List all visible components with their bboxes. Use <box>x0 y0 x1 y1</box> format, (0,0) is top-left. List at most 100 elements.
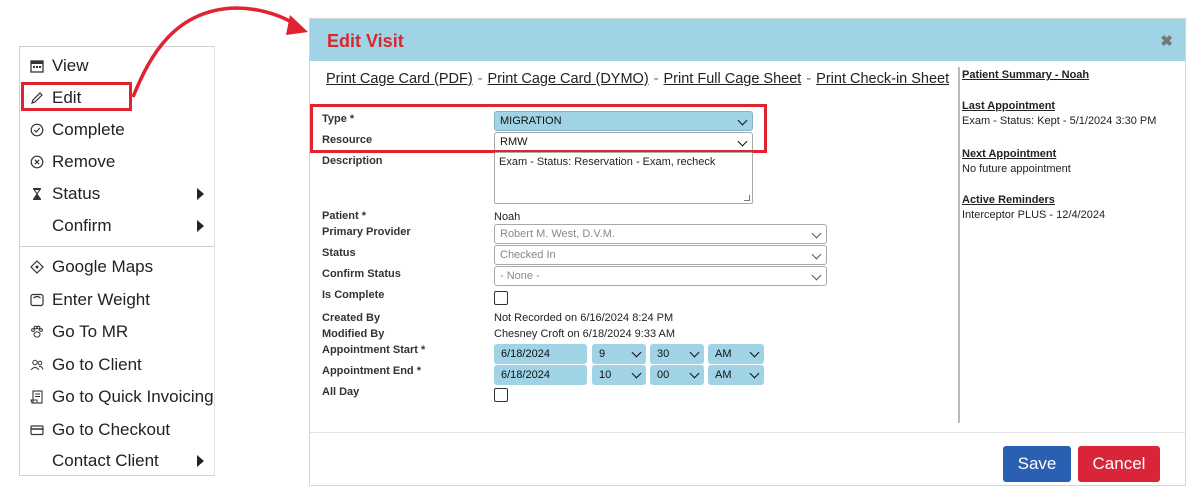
menu-item-google-maps[interactable]: Google Maps <box>20 252 214 282</box>
patient-value: Noah <box>494 211 521 223</box>
chevron-down-icon <box>749 368 760 379</box>
x-circle-icon <box>29 154 45 170</box>
menu-item-remove[interactable]: Remove <box>20 147 214 177</box>
start-hour-value: 9 <box>599 348 606 360</box>
end-minute-value: 00 <box>657 369 670 381</box>
confirm-status-select[interactable]: - None - <box>494 266 827 286</box>
menu-item-contact-client[interactable]: Contact Client <box>20 446 214 476</box>
print-full-cage-sheet-link[interactable]: Print Full Cage Sheet <box>664 71 802 87</box>
all-day-label: All Day <box>322 386 360 398</box>
patient-summary-title[interactable]: Patient Summary - Noah <box>962 69 1184 81</box>
description-text: Exam - Status: Reservation - Exam, reche… <box>499 156 716 168</box>
end-hour-select[interactable]: 10 <box>592 365 646 385</box>
created-by-value: Not Recorded on 6/16/2024 8:24 PM <box>494 312 674 324</box>
start-minute-value: 30 <box>657 348 670 360</box>
chevron-down-icon <box>811 228 822 239</box>
edit-visit-dialog: Edit Visit ✖ Print Cage Card (PDF) - Print… <box>309 18 1186 486</box>
patient-summary-panel: Patient Summary - Noah Last Appointment … <box>962 69 1184 221</box>
print-links: Print Cage Card (PDF) - Print Cage Card (D… <box>326 71 949 87</box>
menu-item-status[interactable]: Status <box>20 179 214 209</box>
print-cage-card-pdf-link[interactable]: Print Cage Card (PDF) <box>326 71 473 87</box>
menu-item-view[interactable]: View <box>20 51 214 81</box>
next-appointment-label: Next Appointment <box>962 148 1057 160</box>
active-reminders-value: Interceptor PLUS - 12/4/2024 <box>962 209 1106 221</box>
patient-label: Patient * <box>322 210 367 222</box>
resize-grip-icon[interactable] <box>744 195 750 201</box>
start-ampm-select[interactable]: AM <box>708 344 764 364</box>
menu-item-go-to-checkout[interactable]: Go to Checkout <box>20 415 214 445</box>
primary-provider-select[interactable]: Robert M. West, D.V.M. <box>494 224 827 244</box>
status-select-value: Checked In <box>500 249 556 261</box>
submenu-arrow-icon <box>197 188 204 200</box>
chevron-down-icon <box>811 249 822 260</box>
menu-item-go-to-mr[interactable]: Go To MR <box>20 317 214 347</box>
menu-item-confirm[interactable]: Confirm <box>20 211 214 241</box>
menu-item-label: Go to Checkout <box>52 420 171 439</box>
start-date-value: 6/18/2024 <box>501 348 550 360</box>
appointment-start-label: Appointment Start * <box>322 344 426 356</box>
paw-icon <box>29 324 45 340</box>
people-icon <box>29 357 45 373</box>
end-ampm-select[interactable]: AM <box>708 365 764 385</box>
panel-divider <box>958 67 960 423</box>
menu-item-complete[interactable]: Complete <box>20 115 214 145</box>
start-minute-select[interactable]: 30 <box>650 344 704 364</box>
chevron-down-icon <box>689 368 700 379</box>
primary-provider-label: Primary Provider <box>322 226 411 238</box>
confirm-status-label: Confirm Status <box>322 268 401 280</box>
close-icon[interactable]: ✖ <box>1160 32 1173 50</box>
link-separator: - <box>653 71 659 87</box>
primary-provider-value: Robert M. West, D.V.M. <box>500 228 615 240</box>
menu-item-go-to-client[interactable]: Go to Client <box>20 350 214 380</box>
appointment-context-menu: View Edit Complete Remove Status Confirm… <box>19 46 215 476</box>
dialog-title: Edit Visit <box>327 31 404 51</box>
description-label: Description <box>322 155 383 167</box>
submenu-arrow-icon <box>197 455 204 467</box>
is-complete-checkbox[interactable] <box>494 291 508 305</box>
edit-highlight-box <box>21 82 132 111</box>
start-date-input[interactable]: 6/18/2024 <box>494 344 587 364</box>
modified-by-value: Chesney Croft on 6/18/2024 9:33 AM <box>494 328 676 340</box>
last-appointment-value: Exam - Status: Kept - 5/1/2024 3:30 PM <box>962 115 1157 127</box>
modified-by-label: Modified By <box>322 328 385 340</box>
cancel-button[interactable]: Cancel <box>1078 446 1160 482</box>
created-by-label: Created By <box>322 312 381 324</box>
menu-item-go-to-quick-invoicing[interactable]: Go to Quick Invoicing <box>20 382 214 412</box>
dialog-header: Edit Visit ✖ <box>310 19 1185 61</box>
menu-divider <box>20 246 214 247</box>
menu-item-label: Google Maps <box>52 257 154 276</box>
link-separator: - <box>806 71 812 87</box>
end-minute-select[interactable]: 00 <box>650 365 704 385</box>
print-check-in-sheet-link[interactable]: Print Check-in Sheet <box>816 71 949 87</box>
footer-divider <box>310 432 1185 433</box>
map-pin-icon <box>29 259 45 275</box>
active-reminders-label: Active Reminders <box>962 194 1055 206</box>
chevron-down-icon <box>811 270 822 281</box>
check-circle-icon <box>29 122 45 138</box>
scale-icon <box>29 292 45 308</box>
print-cage-card-dymo-link[interactable]: Print Cage Card (DYMO) <box>488 71 649 87</box>
hourglass-icon <box>29 186 45 202</box>
chevron-down-icon <box>749 347 760 358</box>
menu-item-label: Status <box>52 184 101 203</box>
invoice-icon <box>29 389 45 405</box>
status-select[interactable]: Checked In <box>494 245 827 265</box>
calendar-icon <box>29 58 45 74</box>
menu-item-label: Enter Weight <box>52 290 150 309</box>
menu-item-label: View <box>52 56 89 75</box>
end-ampm-value: AM <box>715 369 732 381</box>
description-textarea[interactable]: Exam - Status: Reservation - Exam, reche… <box>494 152 753 204</box>
end-date-input[interactable]: 6/18/2024 <box>494 365 587 385</box>
all-day-checkbox[interactable] <box>494 388 508 402</box>
appointment-end-label: Appointment End * <box>322 365 421 377</box>
start-hour-select[interactable]: 9 <box>592 344 646 364</box>
menu-item-label: Go To MR <box>52 322 129 341</box>
menu-item-label: Go to Client <box>52 355 142 374</box>
menu-item-enter-weight[interactable]: Enter Weight <box>20 285 214 315</box>
menu-item-label: Confirm <box>52 216 112 235</box>
chevron-down-icon <box>631 347 642 358</box>
menu-item-label: Contact Client <box>52 451 159 470</box>
save-button[interactable]: Save <box>1003 446 1071 482</box>
end-hour-value: 10 <box>599 369 612 381</box>
chevron-down-icon <box>689 347 700 358</box>
